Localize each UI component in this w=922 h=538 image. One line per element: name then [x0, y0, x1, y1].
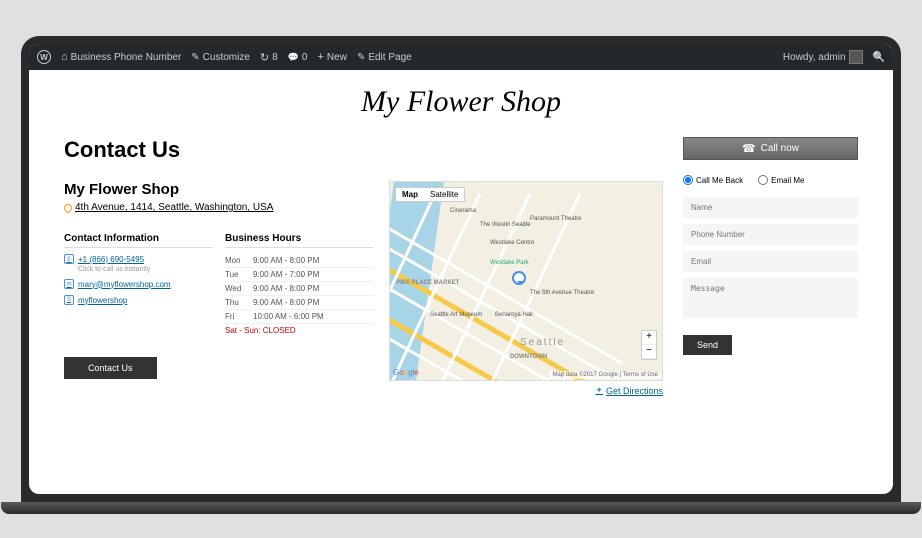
phone-icon: ✆	[64, 254, 74, 264]
message-input[interactable]	[683, 278, 858, 318]
plus-icon	[317, 51, 323, 63]
hours-row: Mon9:00 AM - 8:00 PM	[225, 254, 374, 268]
shop-name: My Flower Shop	[64, 181, 374, 198]
comment-icon	[288, 52, 299, 63]
click-to-call-hint: Click to call us instantly	[78, 266, 213, 273]
zoom-control: + −	[641, 330, 657, 360]
new-link[interactable]: New	[317, 51, 346, 63]
poi-westlakec: Westlake Centre	[490, 240, 534, 246]
home-icon	[61, 51, 68, 63]
contact-us-button[interactable]: Contact Us	[64, 357, 157, 379]
google-logo: Google	[393, 368, 419, 377]
avatar	[849, 50, 863, 64]
hours-row: Fri10:00 AM - 6:00 PM	[225, 310, 374, 324]
zoom-out[interactable]: −	[642, 345, 656, 359]
map-marker[interactable]	[512, 271, 526, 285]
poi-pike: PIKE PLACE MARKET	[396, 280, 459, 286]
refresh-icon	[260, 51, 269, 64]
mail-icon: ✉	[64, 279, 74, 289]
name-input[interactable]	[683, 197, 858, 218]
email-input[interactable]	[683, 251, 858, 272]
poi-sam: Seattle Art Museum	[430, 312, 482, 318]
poi-seattle: Seattle	[520, 337, 565, 348]
send-button[interactable]: Send	[683, 335, 732, 355]
search-icon	[873, 52, 885, 63]
account-link[interactable]: Howdy, admin	[783, 50, 863, 64]
hours-row: Tue9:00 AM - 7:00 PM	[225, 268, 374, 282]
poi-fifth: The 5th Avenue Theatre	[530, 290, 594, 296]
map-tab-map[interactable]: Map	[396, 188, 424, 201]
pencil-icon	[357, 52, 365, 63]
radio-email-me[interactable]: Email Me	[758, 175, 804, 185]
phone-input[interactable]	[683, 224, 858, 245]
page-title: Contact Us	[64, 137, 663, 163]
search-toggle[interactable]	[873, 52, 885, 63]
site-title: My Flower Shop	[64, 85, 858, 119]
email-link[interactable]: ✉mary@myflowershop.com	[64, 279, 213, 289]
address-link[interactable]: 4th Avenue, 1414, Seattle, Washington, U…	[64, 202, 374, 213]
wp-logo[interactable]: W	[37, 50, 51, 64]
hours-closed: Sat - Sun: CLOSED	[225, 324, 374, 337]
comments-link[interactable]: 0	[288, 52, 308, 63]
contact-info-heading: Contact Information	[64, 233, 213, 248]
map-canvas: BELLTOWN Cinerama The Westin Seattle Par…	[390, 182, 662, 380]
poi-downtown: DOWNTOWN	[510, 354, 547, 360]
site-name-link[interactable]: Business Phone Number	[61, 51, 181, 63]
skype-icon: S	[64, 295, 74, 305]
pencil-icon	[191, 52, 199, 63]
customize-link[interactable]: Customize	[191, 52, 250, 63]
phone-link[interactable]: ✆+1 (866) 690-5495	[64, 254, 213, 264]
radio-call-me-back[interactable]: Call Me Back	[683, 175, 743, 185]
pin-icon	[62, 202, 73, 213]
map-attribution: Map data ©2017 Google | Terms of Use	[549, 371, 661, 379]
zoom-in[interactable]: +	[642, 331, 656, 345]
hours-row: Thu9:00 AM - 8:00 PM	[225, 296, 374, 310]
get-directions-link[interactable]: ✦Get Directions	[389, 385, 663, 396]
edit-page-link[interactable]: Edit Page	[357, 52, 412, 63]
laptop-frame: W Business Phone Number Customize 8 0 Ne…	[21, 36, 901, 502]
screen: W Business Phone Number Customize 8 0 Ne…	[29, 44, 893, 494]
phone-icon	[742, 142, 756, 155]
map[interactable]: BELLTOWN Cinerama The Westin Seattle Par…	[389, 181, 663, 381]
poi-paramount: Paramount Theatre	[530, 216, 582, 222]
wp-admin-bar: W Business Phone Number Customize 8 0 Ne…	[29, 44, 893, 70]
hours-row: Wed9:00 AM - 8:00 PM	[225, 282, 374, 296]
poi-cinerama: Cinerama	[450, 208, 476, 214]
poi-westin: The Westin Seattle	[480, 222, 531, 228]
call-now-button[interactable]: Call now	[683, 137, 858, 160]
directions-icon: ✦	[595, 385, 603, 396]
poi-benaroya: Benaroya Hall	[495, 312, 533, 318]
hours-heading: Business Hours	[225, 233, 374, 248]
poi-westlake: Westlake Park	[490, 260, 529, 266]
map-tab-satellite[interactable]: Satellite	[424, 188, 464, 201]
skype-link[interactable]: Smyflowershop	[64, 295, 213, 305]
updates-link[interactable]: 8	[260, 51, 278, 64]
